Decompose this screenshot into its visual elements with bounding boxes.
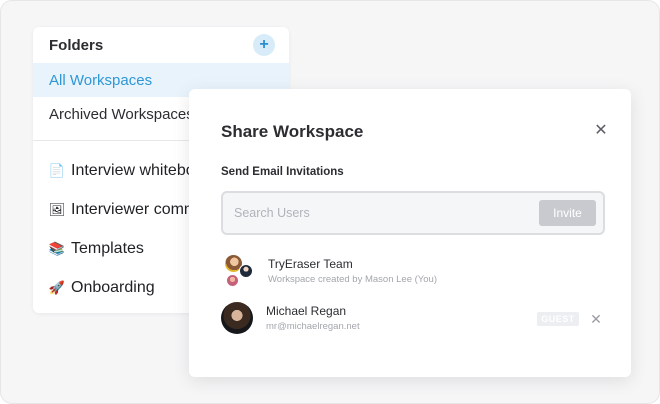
search-box: Invite [221,191,605,235]
books-icon: 📚 [48,240,66,256]
member-name: Michael Regan [266,304,347,318]
folders-header: Folders + [33,27,289,63]
rocket-icon: 🚀 [48,279,66,295]
remove-member-button[interactable]: ✕ [588,311,604,327]
member-row-guest: Michael Regan mr@michaelregan.net [221,302,360,334]
guest-badge: GUEST [537,312,579,326]
close-button[interactable]: ✕ [593,123,609,139]
avatar [239,264,253,278]
member-info: Michael Regan mr@michaelregan.net [266,304,360,332]
document-icon: 📄 [48,162,66,178]
workspace-item-label: Templates [71,239,144,257]
close-icon: ✕ [594,122,608,139]
member-email: mr@michaelregan.net [266,321,360,332]
avatar [221,302,253,334]
avatar [226,274,239,287]
member-name: TryEraser Team [268,257,353,271]
team-avatar-group [221,254,255,288]
folders-title: Folders [49,36,104,54]
app-canvas: Folders + All Workspaces Archived Worksp… [0,0,660,404]
member-info: TryEraser Team Workspace created by Maso… [268,257,437,285]
workspace-item-label: Onboarding [71,278,155,296]
folder-item-label: Archived Workspaces [49,105,194,123]
section-label: Send Email Invitations [221,166,344,178]
folder-item-label: All Workspaces [49,71,153,89]
picture-icon: 🖼 [48,201,66,217]
close-icon: ✕ [590,311,602,327]
member-row-team: TryEraser Team Workspace created by Maso… [221,254,437,288]
share-workspace-modal: Share Workspace ✕ Send Email Invitations… [189,89,631,377]
search-users-input[interactable] [234,206,514,220]
plus-icon: + [259,36,269,53]
member-subtitle: Workspace created by Mason Lee (You) [268,274,437,285]
add-folder-button[interactable]: + [253,34,275,56]
invite-button[interactable]: Invite [539,200,596,226]
modal-title: Share Workspace [221,122,364,141]
